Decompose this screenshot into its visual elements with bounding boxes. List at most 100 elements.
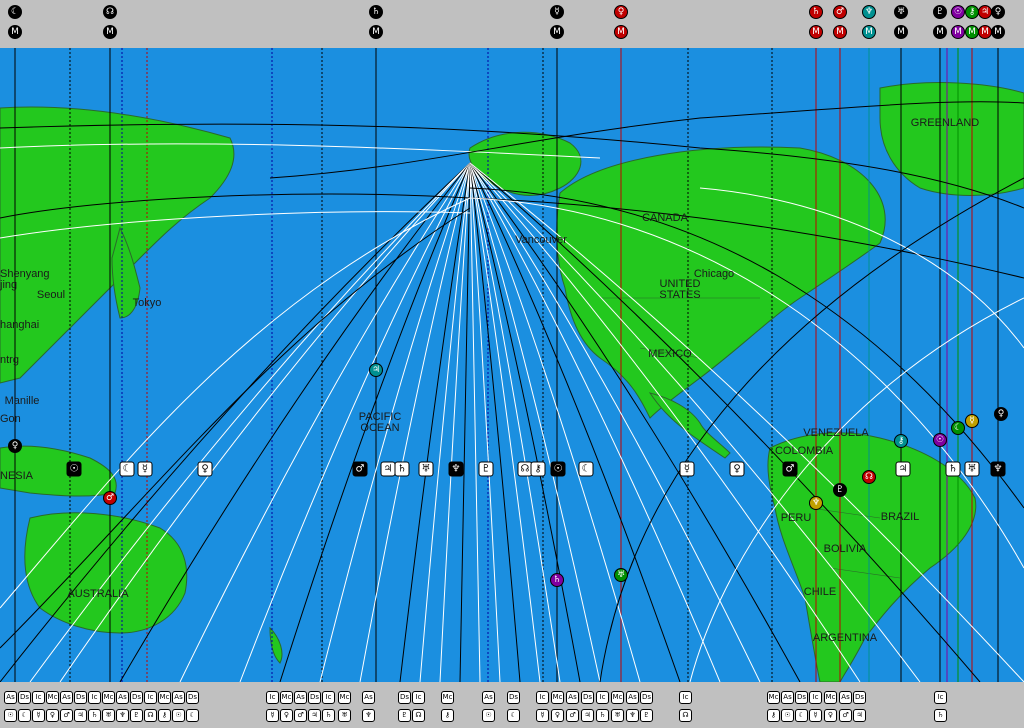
bottom-angle-label-27[interactable]: Mc [551, 691, 564, 704]
top-marker-planet-0[interactable]: ☾ [8, 5, 22, 19]
bottom-planet-glyph-26[interactable]: ☿ [536, 709, 549, 722]
bottom-angle-label-8[interactable]: As [116, 691, 129, 704]
line-marker-8[interactable]: ⚷ [894, 434, 908, 448]
bottom-angle-label-21[interactable]: Ds [398, 691, 411, 704]
bottom-angle-label-37[interactable]: Ds [795, 691, 808, 704]
bottom-angle-label-5[interactable]: Ds [74, 691, 87, 704]
bottom-angle-label-14[interactable]: Ic [266, 691, 279, 704]
line-marker-6[interactable]: ♇ [833, 483, 847, 497]
bottom-planet-glyph-4[interactable]: ♂ [60, 709, 73, 722]
top-marker-mc-13[interactable]: M [991, 25, 1005, 39]
bottom-angle-label-36[interactable]: As [781, 691, 794, 704]
top-marker-planet-3[interactable]: ☿ [550, 5, 564, 19]
bottom-angle-label-35[interactable]: Mc [767, 691, 780, 704]
bottom-angle-label-10[interactable]: Ic [144, 691, 157, 704]
equator-marker-9[interactable]: ♇ [478, 461, 494, 477]
bottom-planet-glyph-38[interactable]: ☿ [809, 709, 822, 722]
bottom-planet-glyph-19[interactable]: ♅ [338, 709, 351, 722]
equator-marker-13[interactable]: ☾ [578, 461, 594, 477]
bottom-planet-glyph-20[interactable]: ♆ [362, 709, 375, 722]
bottom-planet-glyph-35[interactable]: ⚷ [767, 709, 780, 722]
line-marker-11[interactable]: ☿ [965, 414, 979, 428]
line-marker-10[interactable]: ☾ [951, 421, 965, 435]
bottom-planet-glyph-17[interactable]: ♃ [308, 709, 321, 722]
bottom-angle-label-2[interactable]: Ic [32, 691, 45, 704]
bottom-angle-label-9[interactable]: Ds [130, 691, 143, 704]
bottom-angle-label-4[interactable]: As [60, 691, 73, 704]
bottom-angle-label-12[interactable]: As [172, 691, 185, 704]
top-marker-planet-5[interactable]: ♄ [809, 5, 823, 19]
equator-marker-12[interactable]: ☉ [550, 461, 566, 477]
bottom-planet-glyph-11[interactable]: ⚷ [158, 709, 171, 722]
equator-marker-14[interactable]: ☿ [679, 461, 695, 477]
bottom-angle-label-19[interactable]: Mc [338, 691, 351, 704]
equator-marker-20[interactable]: ♆ [990, 461, 1006, 477]
line-marker-4[interactable]: ♅ [614, 568, 628, 582]
equator-marker-6[interactable]: ♄ [394, 461, 410, 477]
top-marker-mc-6[interactable]: M [833, 25, 847, 39]
line-marker-0[interactable]: ♀ [8, 439, 22, 453]
line-marker-1[interactable]: ♂ [103, 491, 117, 505]
bottom-planet-glyph-3[interactable]: ♀ [46, 709, 59, 722]
top-marker-mc-11[interactable]: M [965, 25, 979, 39]
bottom-angle-label-16[interactable]: As [294, 691, 307, 704]
top-marker-planet-13[interactable]: ♀ [991, 5, 1005, 19]
line-marker-9[interactable]: ☉ [933, 433, 947, 447]
equator-marker-2[interactable]: ☿ [137, 461, 153, 477]
bottom-angle-label-31[interactable]: Mc [611, 691, 624, 704]
top-marker-planet-2[interactable]: ♄ [369, 5, 383, 19]
equator-marker-8[interactable]: ♆ [448, 461, 464, 477]
bottom-planet-glyph-8[interactable]: ♆ [116, 709, 129, 722]
bottom-planet-glyph-30[interactable]: ♄ [596, 709, 609, 722]
bottom-angle-label-29[interactable]: Ds [581, 691, 594, 704]
equator-marker-0[interactable]: ☉ [66, 461, 82, 477]
bottom-angle-label-22[interactable]: Ic [412, 691, 425, 704]
world-map[interactable] [0, 48, 1024, 682]
top-marker-mc-7[interactable]: M [862, 25, 876, 39]
line-marker-5[interactable]: ♆ [809, 496, 823, 510]
bottom-angle-label-26[interactable]: Ic [536, 691, 549, 704]
bottom-planet-glyph-15[interactable]: ♀ [280, 709, 293, 722]
bottom-angle-label-38[interactable]: Ic [809, 691, 822, 704]
top-marker-mc-3[interactable]: M [550, 25, 564, 39]
equator-marker-17[interactable]: ♃ [895, 461, 911, 477]
bottom-angle-label-24[interactable]: As [482, 691, 495, 704]
line-marker-3[interactable]: ♄ [550, 573, 564, 587]
bottom-planet-glyph-7[interactable]: ♅ [102, 709, 115, 722]
top-marker-planet-6[interactable]: ♂ [833, 5, 847, 19]
bottom-angle-label-3[interactable]: Mc [46, 691, 59, 704]
bottom-angle-label-34[interactable]: Ic [679, 691, 692, 704]
bottom-planet-glyph-16[interactable]: ♂ [294, 709, 307, 722]
bottom-planet-glyph-13[interactable]: ☾ [186, 709, 199, 722]
equator-marker-3[interactable]: ♀ [197, 461, 213, 477]
top-marker-mc-0[interactable]: M [8, 25, 22, 39]
bottom-planet-glyph-22[interactable]: ☊ [412, 709, 425, 722]
bottom-angle-label-18[interactable]: Ic [322, 691, 335, 704]
top-marker-planet-9[interactable]: ♇ [933, 5, 947, 19]
top-marker-mc-5[interactable]: M [809, 25, 823, 39]
bottom-angle-label-15[interactable]: Mc [280, 691, 293, 704]
bottom-planet-glyph-36[interactable]: ☉ [781, 709, 794, 722]
bottom-planet-glyph-32[interactable]: ♆ [626, 709, 639, 722]
equator-marker-16[interactable]: ♂ [782, 461, 798, 477]
bottom-angle-label-40[interactable]: As [839, 691, 852, 704]
equator-marker-5[interactable]: ♃ [380, 461, 396, 477]
bottom-planet-glyph-24[interactable]: ☉ [482, 709, 495, 722]
top-marker-mc-9[interactable]: M [933, 25, 947, 39]
bottom-angle-label-11[interactable]: Mc [158, 691, 171, 704]
bottom-planet-glyph-0[interactable]: ☉ [4, 709, 17, 722]
bottom-planet-glyph-18[interactable]: ♄ [322, 709, 335, 722]
bottom-planet-glyph-5[interactable]: ♃ [74, 709, 87, 722]
bottom-planet-glyph-41[interactable]: ♃ [853, 709, 866, 722]
line-marker-12[interactable]: ♀ [994, 407, 1008, 421]
bottom-planet-glyph-14[interactable]: ☿ [266, 709, 279, 722]
bottom-planet-glyph-21[interactable]: ♇ [398, 709, 411, 722]
bottom-angle-label-25[interactable]: Ds [507, 691, 520, 704]
bottom-planet-glyph-6[interactable]: ♄ [88, 709, 101, 722]
bottom-planet-glyph-10[interactable]: ☊ [144, 709, 157, 722]
line-marker-7[interactable]: ☊ [862, 470, 876, 484]
equator-marker-19[interactable]: ♅ [964, 461, 980, 477]
bottom-planet-glyph-29[interactable]: ♃ [581, 709, 594, 722]
bottom-planet-glyph-1[interactable]: ☾ [18, 709, 31, 722]
equator-marker-1[interactable]: ☾ [119, 461, 135, 477]
